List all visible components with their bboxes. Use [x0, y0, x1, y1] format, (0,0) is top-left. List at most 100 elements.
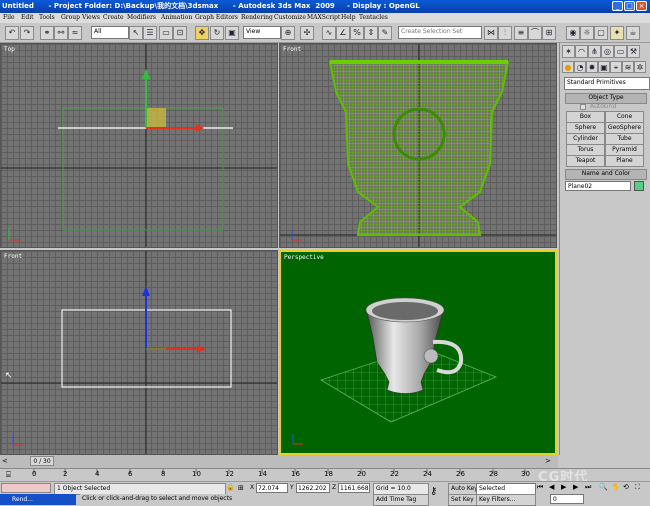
- geometry-icon[interactable]: ●: [562, 61, 574, 73]
- absolute-mode-icon[interactable]: ⊞: [238, 483, 250, 493]
- previous-frame-icon[interactable]: ◀: [549, 483, 554, 491]
- select-object-icon[interactable]: ↖: [129, 26, 143, 40]
- schematic-view-icon[interactable]: ⊞: [542, 26, 556, 40]
- create-tab-icon[interactable]: ✶: [562, 45, 575, 58]
- minimize-button[interactable]: _: [612, 1, 623, 11]
- play-icon[interactable]: ▶: [561, 483, 566, 491]
- selection-filter-dropdown[interactable]: All: [91, 26, 129, 39]
- window-crossing-icon[interactable]: ⊡: [173, 26, 187, 40]
- viewport-front-bottom[interactable]: Front ↖: [0, 250, 278, 455]
- lock-selection-icon[interactable]: 🔒: [226, 483, 235, 492]
- time-slider-handle[interactable]: 0 / 30: [30, 456, 54, 466]
- mirror-icon[interactable]: ⋈: [484, 26, 498, 40]
- spinner-snap-icon[interactable]: ⇕: [364, 26, 378, 40]
- menu-create[interactable]: Create: [103, 14, 124, 21]
- hierarchy-tab-icon[interactable]: ⋔: [588, 45, 601, 58]
- render-teapot-icon[interactable]: ☕: [626, 26, 640, 40]
- next-frame-icon[interactable]: >: [545, 457, 554, 465]
- layer-manager-icon[interactable]: ≡: [514, 26, 528, 40]
- key-filters-button[interactable]: Key Filters...: [476, 494, 536, 506]
- select-by-name-icon[interactable]: ☰: [143, 26, 157, 40]
- menu-rendering[interactable]: Rendering: [241, 14, 273, 21]
- autogrid-checkbox[interactable]: [580, 104, 586, 110]
- menu-file[interactable]: File: [3, 14, 15, 21]
- snaps-toggle-icon[interactable]: ∿: [322, 26, 336, 40]
- prev-frame-icon[interactable]: <: [2, 457, 11, 465]
- viewport-top[interactable]: Top: [0, 43, 278, 248]
- menu-tools[interactable]: Tools: [39, 14, 55, 21]
- time-slider-track[interactable]: 0 / 30 < >: [0, 455, 558, 468]
- set-key-button[interactable]: Set Key: [448, 494, 478, 506]
- y-coordinate-field[interactable]: 1262.202: [296, 483, 330, 493]
- x-coordinate-field[interactable]: 72.074: [256, 483, 288, 493]
- close-button[interactable]: ×: [636, 1, 647, 11]
- primitive-category-dropdown[interactable]: Standard Primitives: [564, 77, 650, 90]
- select-and-scale-icon[interactable]: ▣: [225, 26, 239, 40]
- material-editor-icon[interactable]: ◉: [566, 26, 580, 40]
- title-bar[interactable]: Untitled - Project Folder: D:\Backup\我的文…: [0, 0, 650, 13]
- cameras-icon[interactable]: ▣: [598, 61, 610, 73]
- maximize-viewport-icon[interactable]: ⛶: [635, 483, 640, 492]
- select-and-rotate-icon[interactable]: ↻: [210, 26, 224, 40]
- menu-views[interactable]: Views: [82, 14, 100, 21]
- shapes-icon[interactable]: ◔: [574, 61, 586, 73]
- angle-snap-icon[interactable]: ∠: [336, 26, 350, 40]
- select-link-icon[interactable]: ⚭: [40, 26, 54, 40]
- menu-help[interactable]: Help: [341, 14, 356, 21]
- go-to-start-icon[interactable]: ⏮: [537, 483, 543, 492]
- utilities-tab-icon[interactable]: ⚒: [627, 45, 640, 58]
- viewport-perspective[interactable]: Perspective: [279, 250, 557, 455]
- select-and-move-icon[interactable]: ✥: [195, 26, 209, 40]
- bind-space-warp-icon[interactable]: ≈: [68, 26, 82, 40]
- align-icon[interactable]: ⫶: [498, 26, 512, 40]
- menu-customize[interactable]: Customize: [274, 14, 306, 21]
- zoom-icon[interactable]: 🔍: [599, 483, 608, 491]
- menu-animation[interactable]: Animation: [161, 14, 192, 21]
- go-to-end-icon[interactable]: ⏭: [585, 483, 591, 492]
- render-progress-task[interactable]: Rend...: [0, 494, 76, 505]
- pan-icon[interactable]: ✋: [611, 483, 620, 491]
- percent-snap-icon[interactable]: %: [350, 26, 364, 40]
- rendered-frame-window-icon[interactable]: ▢: [594, 26, 608, 40]
- plane-button[interactable]: Plane: [605, 155, 644, 167]
- frame-ruler[interactable]: ⌸ 0 2 4 6 8 10 12 14 16 18 20 22 24 26 2…: [0, 468, 650, 485]
- unlink-icon[interactable]: ⚯: [54, 26, 68, 40]
- motion-tab-icon[interactable]: ◎: [601, 45, 614, 58]
- helpers-icon[interactable]: ⌖: [610, 61, 622, 73]
- object-name-input[interactable]: Plane02: [565, 181, 631, 191]
- display-tab-icon[interactable]: ▭: [614, 45, 627, 58]
- edit-named-selection-icon[interactable]: ✎: [378, 26, 392, 40]
- redo-icon[interactable]: ↷: [20, 26, 34, 40]
- maxscript-mini-listener[interactable]: [1, 483, 51, 493]
- modify-tab-icon[interactable]: ◠: [575, 45, 588, 58]
- named-selection-set-dropdown[interactable]: Create Selection Set: [398, 26, 482, 39]
- menu-modifiers[interactable]: Modifiers: [127, 14, 156, 21]
- systems-icon[interactable]: ✲: [634, 61, 646, 73]
- maximize-button[interactable]: □: [624, 1, 635, 11]
- z-coordinate-field[interactable]: 1161.668: [338, 483, 370, 493]
- viewport-front-top[interactable]: Front: [279, 43, 557, 248]
- name-and-color-rollout-header[interactable]: Name and Color: [565, 169, 647, 180]
- pivot-center-icon[interactable]: ⊕: [281, 26, 295, 40]
- key-icon[interactable]: ⚷: [430, 487, 444, 497]
- add-time-tag-button[interactable]: Add Time Tag: [373, 494, 429, 506]
- menu-tentacles[interactable]: Tentacles: [359, 14, 388, 21]
- rectangular-selection-icon[interactable]: ▭: [159, 26, 173, 40]
- curve-editor-icon[interactable]: ⌒: [528, 26, 542, 40]
- select-manipulate-icon[interactable]: ✣: [300, 26, 314, 40]
- menu-maxscript[interactable]: MAXScript: [307, 14, 340, 21]
- render-setup-icon[interactable]: ☼: [580, 26, 594, 40]
- menu-group[interactable]: Group: [61, 14, 80, 21]
- next-frame-icon[interactable]: ▶: [573, 483, 578, 491]
- object-color-swatch[interactable]: [634, 181, 644, 191]
- orbit-icon[interactable]: ⟲: [623, 483, 629, 491]
- menu-edit[interactable]: Edit: [21, 14, 34, 21]
- undo-icon[interactable]: ↶: [5, 26, 19, 40]
- space-warps-icon[interactable]: ≋: [622, 61, 634, 73]
- current-frame-field[interactable]: 0: [550, 494, 584, 504]
- menu-graph-editors[interactable]: Graph Editors: [195, 14, 238, 21]
- render-production-icon[interactable]: ✦: [610, 26, 624, 40]
- teapot-button[interactable]: Teapot: [566, 155, 605, 167]
- reference-coordinate-dropdown[interactable]: View: [243, 26, 281, 39]
- lights-icon[interactable]: ✹: [586, 61, 598, 73]
